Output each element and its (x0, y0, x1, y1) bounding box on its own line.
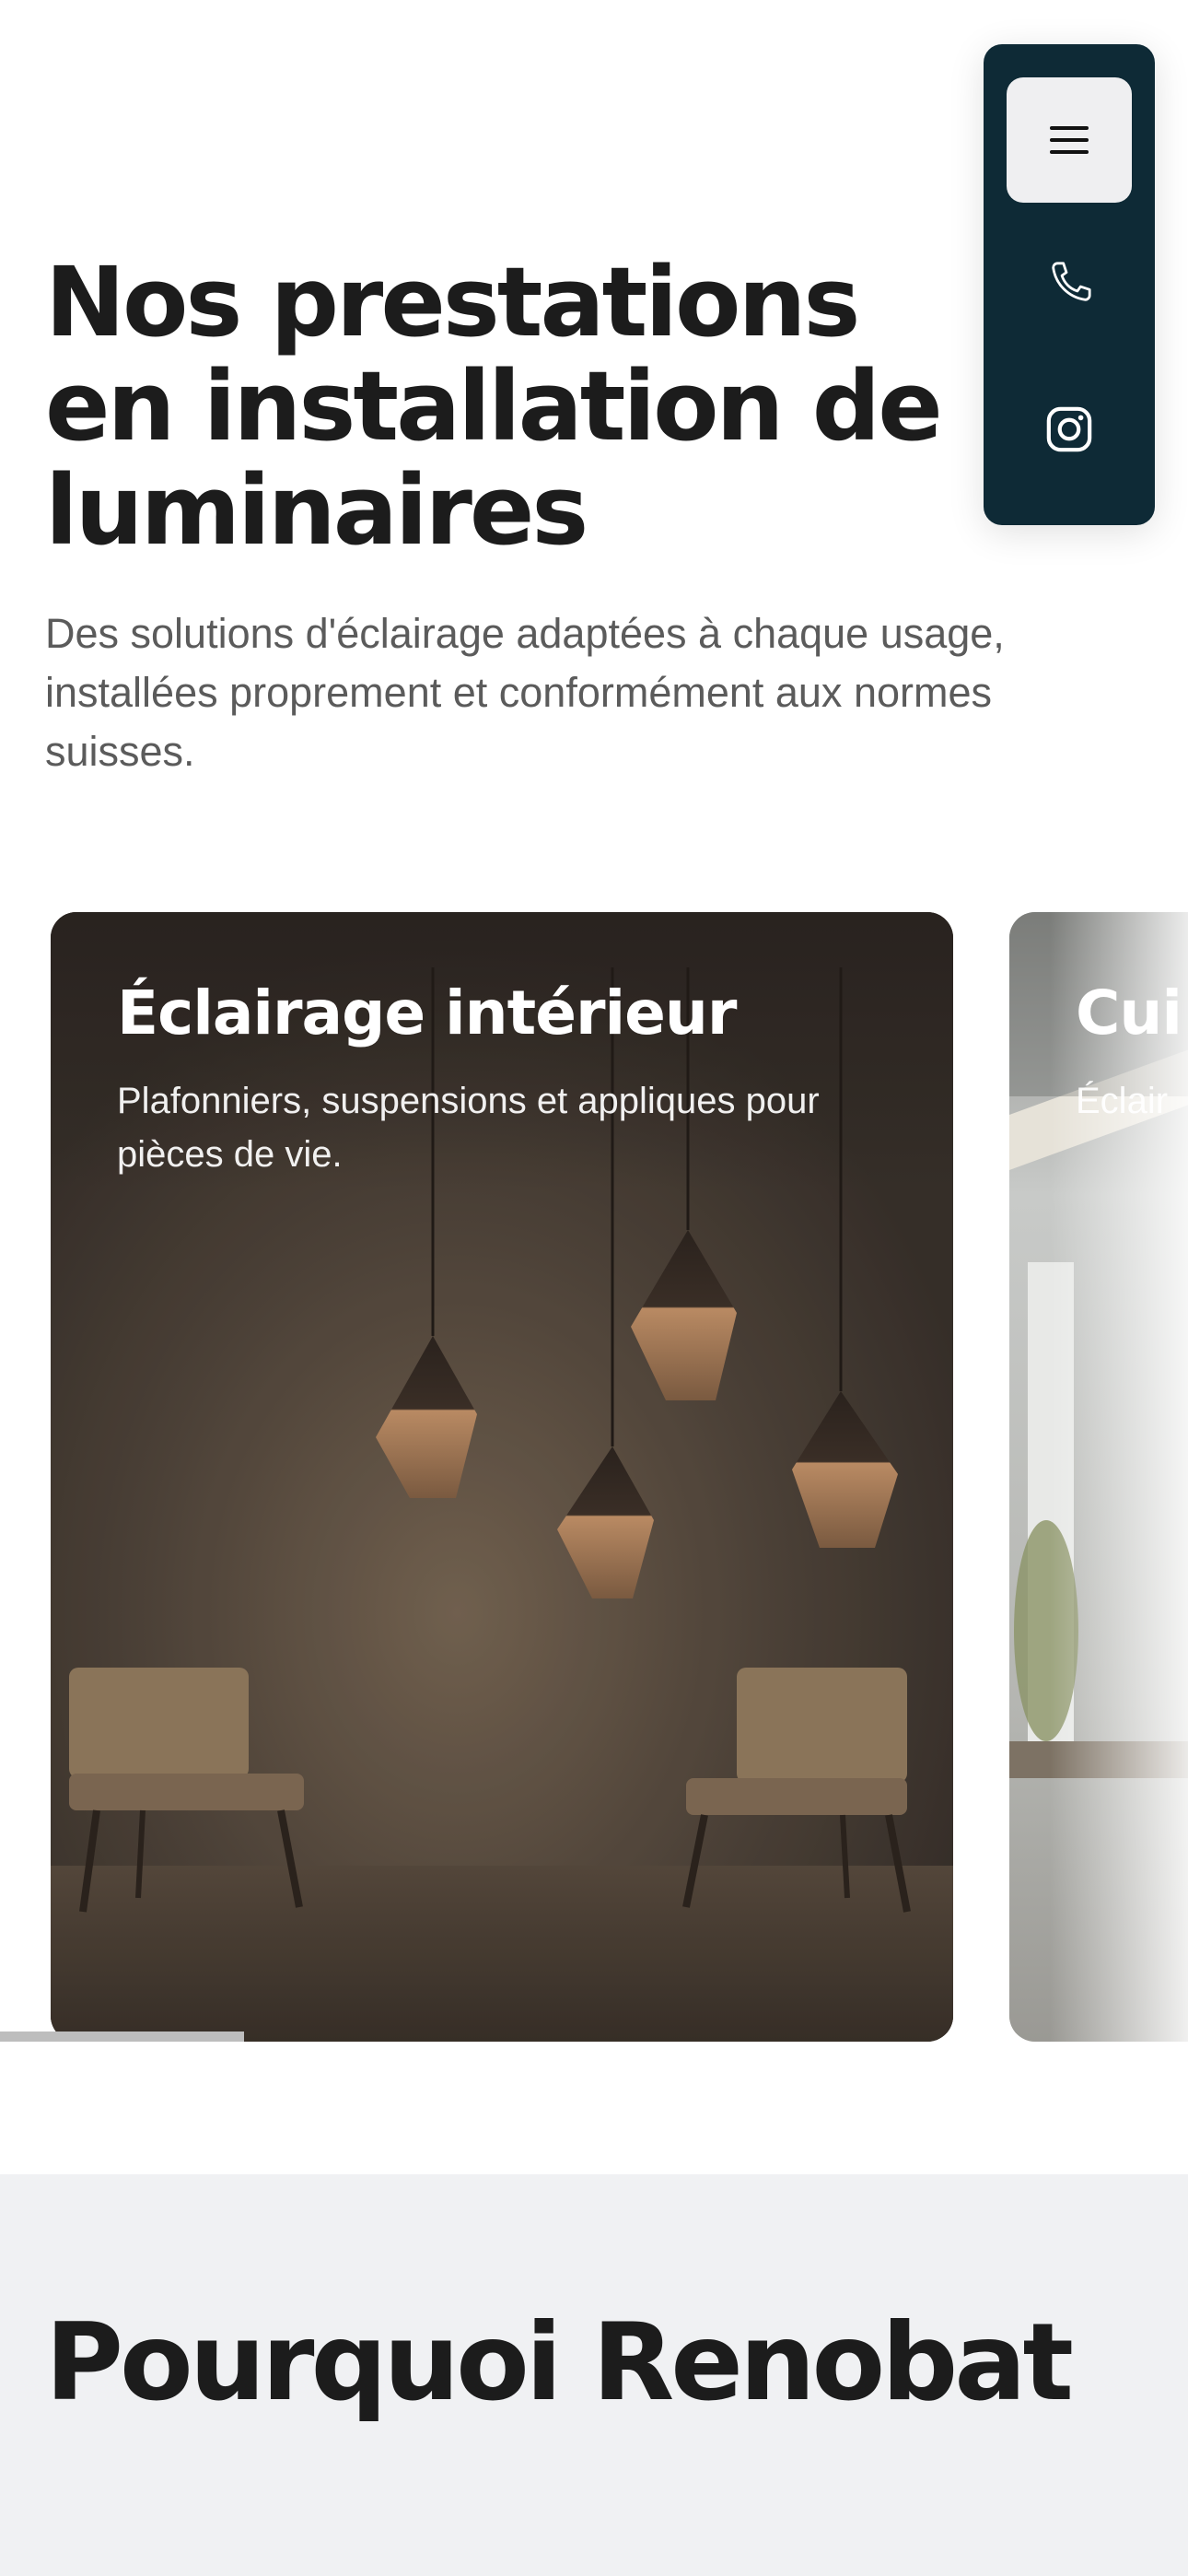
instagram-icon[interactable] (1043, 404, 1095, 455)
page-subtitle: Des solutions d'éclairage adaptées à cha… (45, 610, 1005, 775)
page-title: Nos prestations en installation de lumin… (45, 246, 943, 567)
service-card-description: Plafonniers, suspensions et appliques po… (117, 1081, 820, 1175)
service-card-title: Éclairage intérieur (117, 978, 737, 1048)
hamburger-icon (1050, 126, 1089, 154)
services-carousel[interactable]: Éclairage intérieur Plafonniers, suspens… (0, 912, 1188, 2051)
phone-icon[interactable] (1043, 258, 1095, 310)
service-card-title: Cui (1076, 978, 1182, 1048)
service-card-description: Éclair (1076, 1081, 1169, 1121)
carousel-scrollbar[interactable] (0, 2032, 1188, 2042)
why-section-title: Pourquoi Renobat (45, 2301, 1074, 2425)
floating-side-menu (984, 44, 1155, 525)
carousel-scrollbar-thumb[interactable] (0, 2032, 244, 2042)
menu-button[interactable] (1007, 77, 1132, 203)
service-card-interior-lighting[interactable]: Éclairage intérieur Plafonniers, suspens… (51, 912, 953, 2042)
why-section: Pourquoi Renobat (0, 2174, 1188, 2576)
service-card-kitchen-lighting[interactable]: Cui Éclair (1009, 912, 1188, 2042)
